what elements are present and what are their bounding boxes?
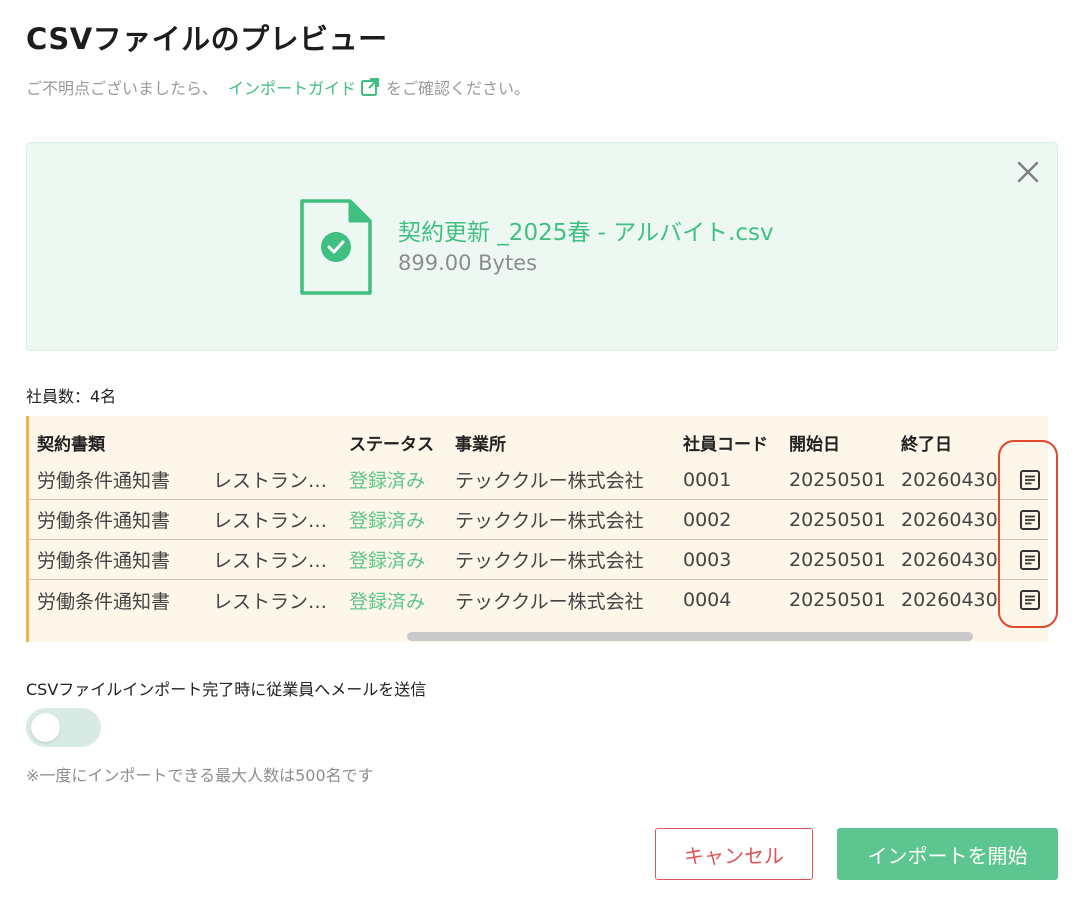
uploaded-file-card: 契約更新 _2025春 - アルバイト.csv 899.00 Bytes bbox=[26, 142, 1058, 351]
cancel-button[interactable]: キャンセル bbox=[655, 828, 813, 880]
cell-contract-type: 労働条件通知書 bbox=[37, 590, 171, 613]
file-check-icon bbox=[300, 199, 372, 295]
cell-end-date: 20260430 bbox=[901, 548, 998, 571]
header-employee-code: 社員コード bbox=[683, 434, 768, 455]
horizontal-scrollbar[interactable] bbox=[407, 632, 973, 641]
import-limit-note: ※一度にインポートできる最大人数は500名です bbox=[26, 766, 374, 785]
cell-start-date: 20250501 bbox=[789, 468, 886, 491]
cell-office: テッククルー株式会社 bbox=[455, 550, 644, 572]
cell-template: レストラン… bbox=[213, 590, 328, 613]
external-link-icon[interactable] bbox=[360, 77, 380, 97]
annotation-highlight bbox=[998, 440, 1058, 628]
header-office: 事業所 bbox=[455, 434, 506, 455]
cell-contract-type: 労働条件通知書 bbox=[37, 470, 171, 492]
header-template bbox=[213, 424, 343, 460]
cell-end-date: 20260430 bbox=[901, 508, 998, 531]
page-title: CSVファイルのプレビュー bbox=[26, 22, 388, 56]
cell-template: レストラン… bbox=[213, 470, 328, 492]
cell-end-date: 20260430 bbox=[901, 589, 998, 611]
help-prefix: ご不明点ございましたら、 bbox=[26, 79, 219, 98]
header-contract-type: 契約書類 bbox=[37, 434, 105, 455]
cell-end-date: 20260430 bbox=[901, 468, 998, 491]
cell-employee-code: 0004 bbox=[683, 589, 732, 611]
cell-start-date: 20250501 bbox=[789, 508, 886, 531]
close-icon[interactable] bbox=[1015, 159, 1041, 185]
cell-office: テッククルー株式会社 bbox=[455, 510, 644, 532]
cell-contract-type: 労働条件通知書 bbox=[37, 550, 171, 572]
help-suffix: をご確認ください。 bbox=[386, 79, 531, 98]
header-end-date: 終了日 bbox=[901, 434, 952, 455]
header-status: ステータス bbox=[349, 434, 434, 455]
table-header-row: 契約書類 ステータス 事業所 社員コード 開始日 終了日 bbox=[29, 424, 1048, 460]
file-name: 契約更新 _2025春 - アルバイト.csv bbox=[398, 220, 774, 246]
cell-status: 登録済み bbox=[349, 590, 426, 613]
header-start-date: 開始日 bbox=[789, 434, 840, 455]
cell-employee-code: 0002 bbox=[683, 508, 732, 531]
cell-contract-type: 労働条件通知書 bbox=[37, 510, 171, 532]
table-row: 労働条件通知書 レストラン… 登録済み テッククルー株式会社 0002 2025… bbox=[29, 500, 1048, 540]
toggle-knob bbox=[31, 713, 60, 742]
preview-table[interactable]: 契約書類 ステータス 事業所 社員コード 開始日 終了日 労働条件通知書 レスト… bbox=[26, 416, 1048, 642]
table-row: 労働条件通知書 レストラン… 登録済み テッククルー株式会社 0001 2025… bbox=[29, 460, 1048, 500]
import-guide-link[interactable]: インポートガイド bbox=[228, 75, 356, 99]
cell-template: レストラン… bbox=[213, 510, 328, 532]
cell-start-date: 20250501 bbox=[789, 548, 886, 571]
cell-employee-code: 0001 bbox=[683, 468, 732, 491]
cell-template: レストラン… bbox=[213, 550, 328, 572]
table-row: 労働条件通知書 レストラン… 登録済み テッククルー株式会社 0004 2025… bbox=[29, 580, 1048, 620]
cell-status: 登録済み bbox=[349, 470, 426, 492]
employee-count: 社員数：4名 bbox=[26, 387, 117, 406]
cell-employee-code: 0003 bbox=[683, 548, 732, 571]
file-size: 899.00 Bytes bbox=[398, 251, 538, 275]
table-row: 労働条件通知書 レストラン… 登録済み テッククルー株式会社 0003 2025… bbox=[29, 540, 1048, 580]
cell-office: テッククルー株式会社 bbox=[455, 590, 644, 613]
help-text: ご不明点ございましたら、 インポートガイド をご確認ください。 bbox=[26, 75, 530, 99]
notify-email-label: CSVファイルインポート完了時に従業員へメールを送信 bbox=[26, 680, 427, 699]
start-import-button[interactable]: インポートを開始 bbox=[837, 828, 1058, 880]
cell-status: 登録済み bbox=[349, 510, 426, 532]
cell-office: テッククルー株式会社 bbox=[455, 470, 644, 492]
cell-start-date: 20250501 bbox=[789, 589, 886, 611]
cell-status: 登録済み bbox=[349, 550, 426, 572]
notify-email-toggle[interactable] bbox=[26, 708, 101, 747]
